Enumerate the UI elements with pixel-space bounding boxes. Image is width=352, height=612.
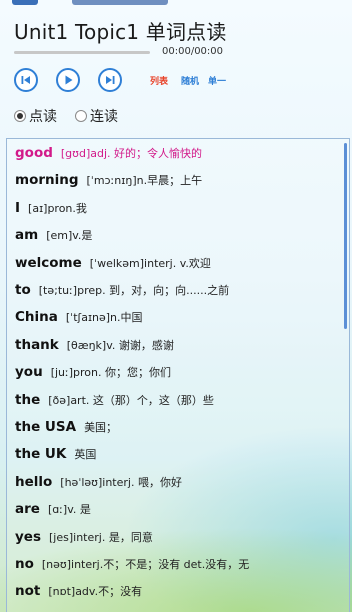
word-definition: [ˈwelkəm]interj. v.欢迎	[89, 256, 211, 270]
word-row[interactable]: the USA 美国；	[15, 419, 117, 435]
word-list[interactable]: good [gʊd]adj. 好的；令人愉快的 morning [ˈmɔːnɪŋ]n.…	[6, 138, 350, 612]
word-text: morning	[15, 172, 79, 189]
word-definition: [nɒt]adv.不；没有	[48, 585, 143, 599]
radio-label: 连读	[90, 109, 118, 125]
word-row[interactable]: I [aɪ]pron.我	[15, 200, 87, 216]
word-definition: [juː]pron. 你；您；你们	[50, 366, 171, 380]
word-definition: [ðə]art. 这（那）个，这（那）些	[48, 393, 214, 407]
word-definition: [həˈləʊ]interj. 喂，你好	[60, 475, 182, 489]
word-text: welcome	[15, 254, 82, 271]
word-text: to	[15, 282, 31, 298]
word-row[interactable]: morning [ˈmɔːnɪŋ]n.早晨；上午	[15, 172, 202, 188]
word-row[interactable]: am [em]v.是	[15, 227, 92, 243]
word-definition: [tə;tuː]prep. 到，对，向；向......之前	[38, 284, 230, 297]
word-text: the UK	[15, 446, 67, 463]
word-definition: [aɪ]pron.我	[28, 201, 87, 215]
word-definition: [em]v.是	[46, 229, 93, 243]
word-row[interactable]: the [ðə]art. 这（那）个，这（那）些	[15, 392, 214, 408]
word-text: the USA	[15, 419, 77, 435]
word-definition: [θæŋk]v. 谢谢，感谢	[66, 338, 174, 352]
word-text: the	[15, 391, 41, 408]
word-definition: [jes]interj. 是，同意	[49, 530, 153, 544]
word-row[interactable]: yes [jes]interj. 是，同意	[15, 529, 153, 545]
radio-selected-indicator	[14, 110, 26, 122]
status-bar	[0, 0, 352, 6]
word-definition: [ɑː]v. 是	[47, 503, 91, 517]
word-text: I	[15, 199, 21, 216]
play-button[interactable]	[56, 68, 80, 92]
word-definition: 英国	[74, 448, 97, 462]
word-definition: [nəʊ]interj.不；不是；没有 det.没有，无	[41, 558, 250, 571]
previous-button[interactable]	[14, 68, 38, 92]
radio-point-read[interactable]: 点读	[14, 106, 57, 126]
next-button[interactable]	[98, 68, 122, 92]
word-row[interactable]: welcome [ˈwelkəm]interj. v.欢迎	[15, 255, 211, 271]
word-row[interactable]: not [nɒt]adv.不；没有	[15, 583, 142, 599]
status-bar-segment	[12, 0, 38, 5]
word-row[interactable]: hello [həˈləʊ]interj. 喂，你好	[15, 474, 182, 490]
radio-continuous-read[interactable]: 连读	[75, 106, 118, 126]
word-text: you	[15, 364, 43, 381]
mode-list-button[interactable]: 列表	[150, 74, 168, 87]
word-row[interactable]: are [ɑː]v. 是	[15, 501, 91, 517]
read-mode-group: 点读 连读	[14, 106, 118, 126]
word-text: China	[15, 309, 58, 326]
status-bar-segment	[72, 0, 168, 5]
word-text: thank	[15, 336, 59, 353]
page-title: Unit1 Topic1 单词点读	[14, 20, 227, 44]
word-text: are	[15, 501, 40, 518]
word-definition: [ˈtʃaɪnə]n.中国	[65, 311, 143, 325]
skip-previous-icon	[21, 76, 30, 84]
scrollbar[interactable]	[344, 143, 347, 329]
skip-next-icon	[106, 76, 115, 84]
word-text: yes	[15, 528, 41, 545]
word-definition: 美国；	[84, 421, 118, 434]
word-text: am	[15, 227, 39, 244]
word-text: no	[15, 556, 34, 572]
word-text: good	[15, 145, 53, 161]
word-row[interactable]: to [tə;tuː]prep. 到，对，向；向......之前	[15, 282, 229, 298]
mode-random-button[interactable]: 随机	[181, 74, 199, 87]
word-definition: [ˈmɔːnɪŋ]n.早晨；上午	[86, 174, 203, 188]
play-icon	[65, 75, 73, 85]
word-row[interactable]: China [ˈtʃaɪnə]n.中国	[15, 309, 143, 325]
mode-single-button[interactable]: 单一	[208, 74, 226, 87]
word-row[interactable]: you [juː]pron. 你；您；你们	[15, 364, 171, 380]
word-row[interactable]: good [gʊd]adj. 好的；令人愉快的	[15, 145, 202, 161]
radio-label: 点读	[29, 109, 57, 125]
playback-time: 00:00/00:00	[162, 46, 224, 57]
radio-indicator	[75, 110, 87, 122]
word-row[interactable]: the UK 英国	[15, 446, 96, 462]
word-row[interactable]: thank [θæŋk]v. 谢谢，感谢	[15, 337, 174, 353]
audio-progress-bar[interactable]	[14, 51, 150, 54]
word-definition: [gʊd]adj. 好的；令人愉快的	[60, 147, 203, 160]
word-text: hello	[15, 473, 53, 490]
word-row[interactable]: no [nəʊ]interj.不；不是；没有 det.没有，无	[15, 556, 249, 572]
word-text: not	[15, 583, 41, 600]
